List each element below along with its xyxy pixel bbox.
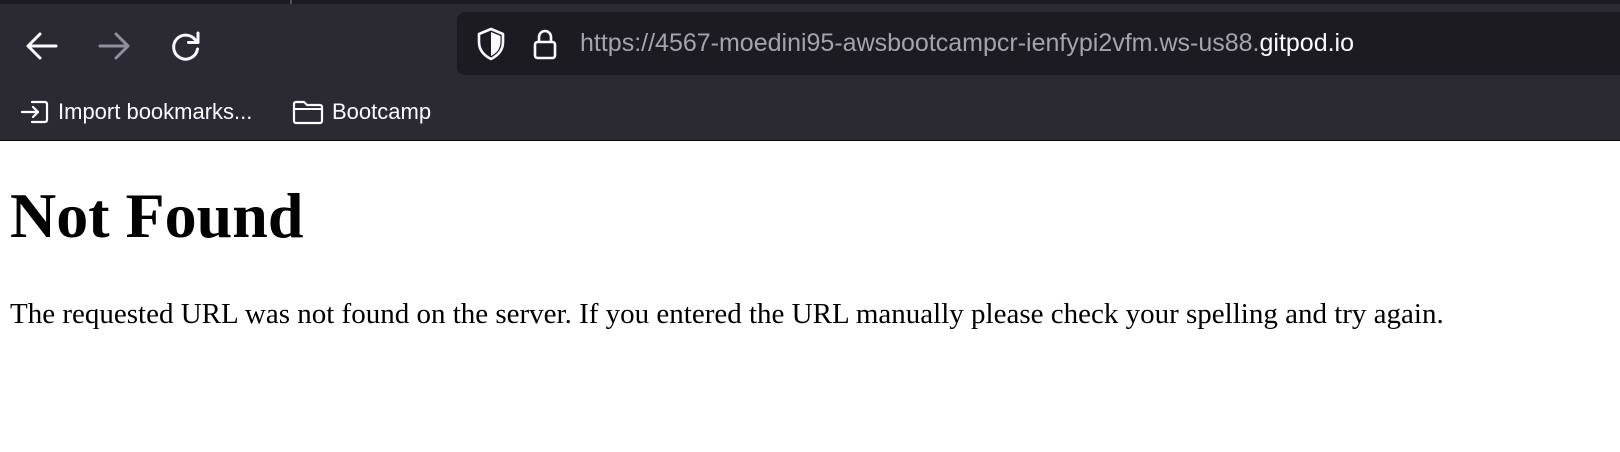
address-bar[interactable]: https://4567-moedini95-awsbootcampcr-ien…: [457, 12, 1620, 75]
shield-icon[interactable]: [471, 12, 511, 75]
bookmark-import[interactable]: Import bookmarks...: [20, 92, 252, 132]
arrow-left-icon: [25, 31, 59, 61]
import-icon: [20, 98, 50, 126]
url-prefix: https://4567-moedini95-awsbootcampcr-ien…: [580, 29, 1260, 57]
bookmarks-toolbar: Import bookmarks... Bootcamp: [0, 92, 1620, 132]
url-text[interactable]: https://4567-moedini95-awsbootcampcr-ien…: [580, 12, 1354, 75]
back-button[interactable]: [20, 24, 64, 68]
folder-icon: [292, 98, 324, 126]
bookmark-label: Import bookmarks...: [58, 99, 253, 124]
page-title: Not Found: [10, 180, 304, 251]
error-message: The requested URL was not found on the s…: [10, 298, 1444, 330]
bookmark-bootcamp[interactable]: Bootcamp: [292, 92, 431, 132]
arrow-right-icon: [97, 31, 131, 61]
forward-button[interactable]: [92, 24, 136, 68]
bookmark-label: Bootcamp: [332, 99, 432, 124]
url-domain: gitpod.io: [1259, 29, 1355, 57]
tab-divider: [290, 0, 292, 4]
reload-button[interactable]: [164, 24, 208, 68]
reload-icon: [169, 29, 203, 63]
lock-icon[interactable]: [527, 12, 563, 75]
tab-strip: [0, 0, 1620, 4]
browser-chrome: https://4567-moedini95-awsbootcampcr-ien…: [0, 0, 1620, 141]
